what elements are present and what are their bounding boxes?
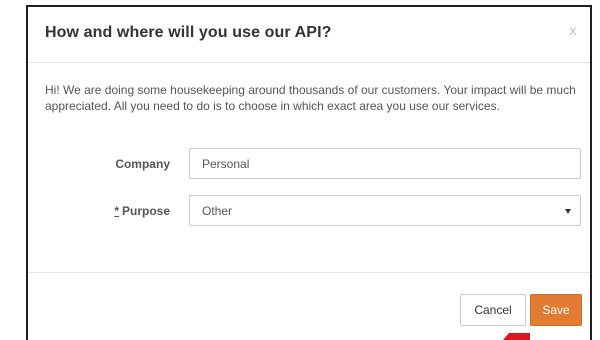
cancel-button[interactable]: Cancel <box>460 294 526 326</box>
purpose-select[interactable]: Other <box>189 195 581 226</box>
purpose-selected-value: Other <box>202 204 233 218</box>
api-usage-dialog: How and where will you use our API? x Hi… <box>26 5 592 340</box>
dialog-title: How and where will you use our API? <box>45 24 332 41</box>
company-row: Company <box>28 148 590 182</box>
red-arrow-head <box>503 333 530 340</box>
purpose-label-text: Purpose <box>121 204 170 218</box>
screenshot-stage: How and where will you use our API? x Hi… <box>0 0 600 340</box>
company-input[interactable] <box>189 148 581 179</box>
red-arrow-icon <box>500 330 530 340</box>
save-button[interactable]: Save <box>530 294 582 326</box>
caret-down-icon <box>565 209 571 214</box>
purpose-label: * Purpose <box>114 204 170 218</box>
dialog-header: How and where will you use our API? x <box>28 7 590 63</box>
required-mark: * <box>114 204 119 218</box>
close-button[interactable]: x <box>564 23 582 41</box>
red-arrow-shape <box>503 333 530 340</box>
close-icon: x <box>569 24 577 39</box>
intro-text: Hi! We are doing some housekeeping aroun… <box>45 83 576 113</box>
purpose-row: * Purpose Other <box>28 195 590 229</box>
company-label: Company <box>115 157 170 171</box>
